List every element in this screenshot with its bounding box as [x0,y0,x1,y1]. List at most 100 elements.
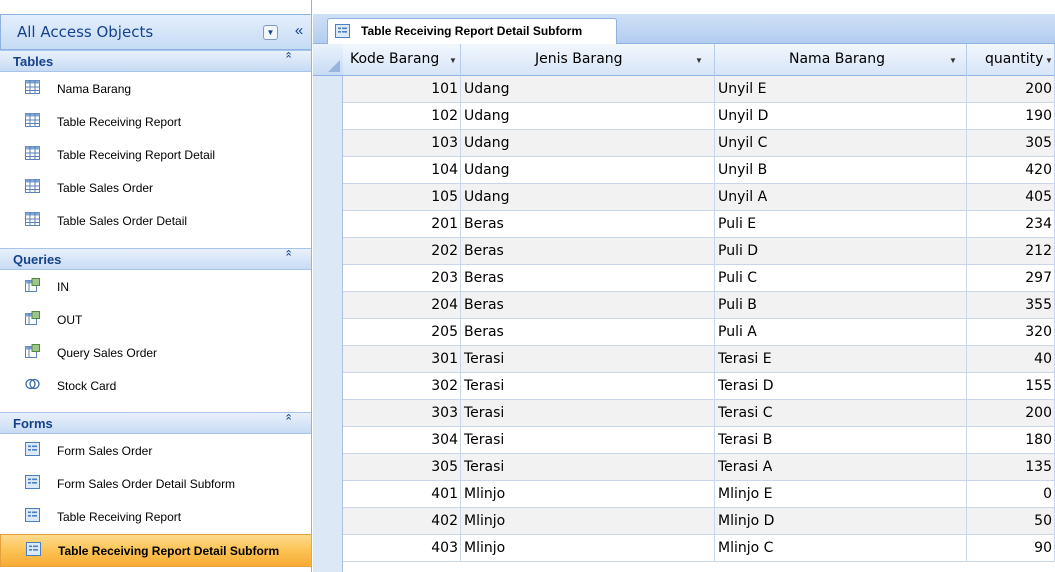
nav-item[interactable]: Table Receiving Report [0,501,311,534]
table-cell[interactable]: 304 [343,427,461,454]
table-cell[interactable]: 200 [967,400,1055,427]
nav-item[interactable]: Table Receiving Report Detail [0,139,311,172]
table-cell[interactable]: Beras [461,238,715,265]
table-cell[interactable]: Udang [461,103,715,130]
table-cell[interactable]: 201 [343,211,461,238]
table-cell[interactable]: 320 [967,319,1055,346]
column-header[interactable]: Kode Barang ▼ [343,44,461,76]
table-row[interactable]: 304 Terasi Terasi B 180 [343,427,1055,454]
nav-item[interactable]: Form Sales Order Detail Subform [0,468,311,501]
table-cell[interactable]: Mlinjo C [715,535,967,562]
table-cell[interactable]: 104 [343,157,461,184]
nav-item[interactable]: Table Receiving Report [0,106,311,139]
table-cell[interactable]: 103 [343,130,461,157]
table-row[interactable]: 201 Beras Puli E 234 [343,211,1055,238]
table-cell[interactable]: 101 [343,76,461,103]
table-cell[interactable]: 401 [343,481,461,508]
table-cell[interactable]: 205 [343,319,461,346]
collapse-chevron-icon[interactable]: ⌃ ⌃ [284,52,293,66]
table-row[interactable]: 103 Udang Unyil C 305 [343,130,1055,157]
table-cell[interactable]: Unyil E [715,76,967,103]
nav-item[interactable]: IN [0,271,311,304]
table-row[interactable]: 205 Beras Puli A 320 [343,319,1055,346]
nav-item[interactable]: Table Sales Order [0,172,311,205]
table-cell[interactable]: Mlinjo [461,508,715,535]
group-header-queries[interactable]: Queries ⌃ ⌃ [0,248,311,270]
table-cell[interactable]: 102 [343,103,461,130]
table-row[interactable]: 202 Beras Puli D 212 [343,238,1055,265]
table-cell[interactable]: Unyil C [715,130,967,157]
table-cell[interactable]: 202 [343,238,461,265]
table-cell[interactable]: Beras [461,292,715,319]
table-cell[interactable]: 420 [967,157,1055,184]
table-cell[interactable]: Mlinjo E [715,481,967,508]
table-cell[interactable]: Beras [461,211,715,238]
table-cell[interactable]: Unyil D [715,103,967,130]
table-cell[interactable]: Mlinjo D [715,508,967,535]
table-cell[interactable]: 402 [343,508,461,535]
table-cell[interactable]: Puli B [715,292,967,319]
table-cell[interactable]: Terasi D [715,373,967,400]
collapse-chevron-icon[interactable]: ⌃ ⌃ [284,414,293,428]
table-cell[interactable]: Puli D [715,238,967,265]
table-cell[interactable]: Unyil A [715,184,967,211]
table-cell[interactable]: 180 [967,427,1055,454]
table-cell[interactable]: Mlinjo [461,481,715,508]
table-row[interactable]: 402 Mlinjo Mlinjo D 50 [343,508,1055,535]
table-cell[interactable]: Terasi E [715,346,967,373]
table-cell[interactable]: Terasi C [715,400,967,427]
column-header[interactable]: quantity ▼ [967,44,1055,76]
group-header-tables[interactable]: Tables ⌃ ⌃ [0,50,311,72]
table-cell[interactable]: Terasi [461,346,715,373]
filter-dropdown-icon[interactable]: ▼ [449,56,457,65]
table-cell[interactable]: 203 [343,265,461,292]
table-cell[interactable]: Terasi B [715,427,967,454]
table-row[interactable]: 104 Udang Unyil B 420 [343,157,1055,184]
document-tab[interactable]: Table Receiving Report Detail Subform [327,18,617,44]
record-selector-column[interactable] [313,44,343,572]
table-cell[interactable]: Udang [461,184,715,211]
nav-item[interactable]: Query Sales Order [0,337,311,370]
table-cell[interactable]: 301 [343,346,461,373]
table-cell[interactable]: Udang [461,130,715,157]
table-cell[interactable]: 155 [967,373,1055,400]
table-row[interactable]: 101 Udang Unyil E 200 [343,76,1055,103]
table-cell[interactable]: Unyil B [715,157,967,184]
column-header[interactable]: Jenis Barang ▼ [461,44,715,76]
table-cell[interactable]: 403 [343,535,461,562]
table-row[interactable]: 102 Udang Unyil D 190 [343,103,1055,130]
table-cell[interactable]: Udang [461,76,715,103]
table-cell[interactable]: 305 [967,130,1055,157]
nav-item[interactable]: Form Sales Order [0,435,311,468]
table-cell[interactable]: 204 [343,292,461,319]
table-row[interactable]: 403 Mlinjo Mlinjo C 90 [343,535,1055,562]
select-all-button[interactable] [313,44,343,76]
table-cell[interactable]: Terasi [461,454,715,481]
table-cell[interactable]: Udang [461,157,715,184]
table-row[interactable]: 204 Beras Puli B 355 [343,292,1055,319]
table-row[interactable]: 203 Beras Puli C 297 [343,265,1055,292]
table-cell[interactable]: 234 [967,211,1055,238]
table-cell[interactable]: 0 [967,481,1055,508]
nav-item[interactable]: Table Receiving Report Detail Subform [0,534,311,567]
table-row[interactable]: 401 Mlinjo Mlinjo E0 [343,481,1055,508]
nav-pane-header[interactable]: All Access Objects ▼ « [0,14,311,50]
table-cell[interactable]: 50 [967,508,1055,535]
table-cell[interactable]: 305 [343,454,461,481]
table-row[interactable]: 303 Terasi Terasi C 200 [343,400,1055,427]
table-cell[interactable]: 303 [343,400,461,427]
filter-dropdown-icon[interactable]: ▼ [949,56,957,65]
table-row[interactable]: 301 Terasi Terasi E 40 [343,346,1055,373]
table-cell[interactable]: 302 [343,373,461,400]
table-cell[interactable]: Terasi [461,400,715,427]
filter-dropdown-icon[interactable]: ▼ [1045,56,1053,65]
collapse-chevron-icon[interactable]: ⌃ ⌃ [284,250,293,264]
table-row[interactable]: 305 Terasi Terasi A 135 [343,454,1055,481]
table-cell[interactable]: 105 [343,184,461,211]
group-header-forms[interactable]: Forms ⌃ ⌃ [0,412,311,434]
table-cell[interactable]: 190 [967,103,1055,130]
table-cell[interactable]: Mlinjo [461,535,715,562]
table-cell[interactable]: Beras [461,319,715,346]
shutter-bar-close-icon[interactable]: « [291,22,307,40]
table-cell[interactable]: 90 [967,535,1055,562]
